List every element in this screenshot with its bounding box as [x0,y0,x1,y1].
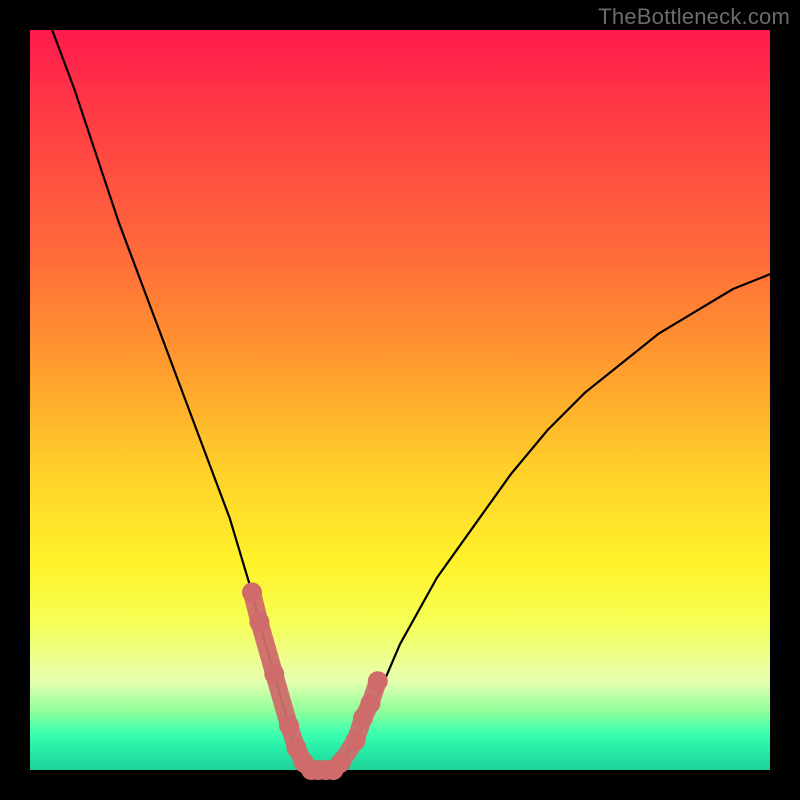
marker-dot [264,664,284,684]
marker-dot [279,716,299,736]
watermark-text: TheBottleneck.com [598,4,790,30]
curve-layer [30,30,770,770]
marker-dot [368,671,388,691]
marker-dot [242,582,262,602]
marker-dot [346,730,366,750]
plot-area [30,30,770,770]
marker-dot [331,753,351,773]
marker-dot [249,612,269,632]
bottleneck-curve-path [52,30,770,770]
chart-frame: TheBottleneck.com [0,0,800,800]
marker-dot [360,693,380,713]
marker-group [242,582,388,780]
bottleneck-curve [52,30,770,770]
